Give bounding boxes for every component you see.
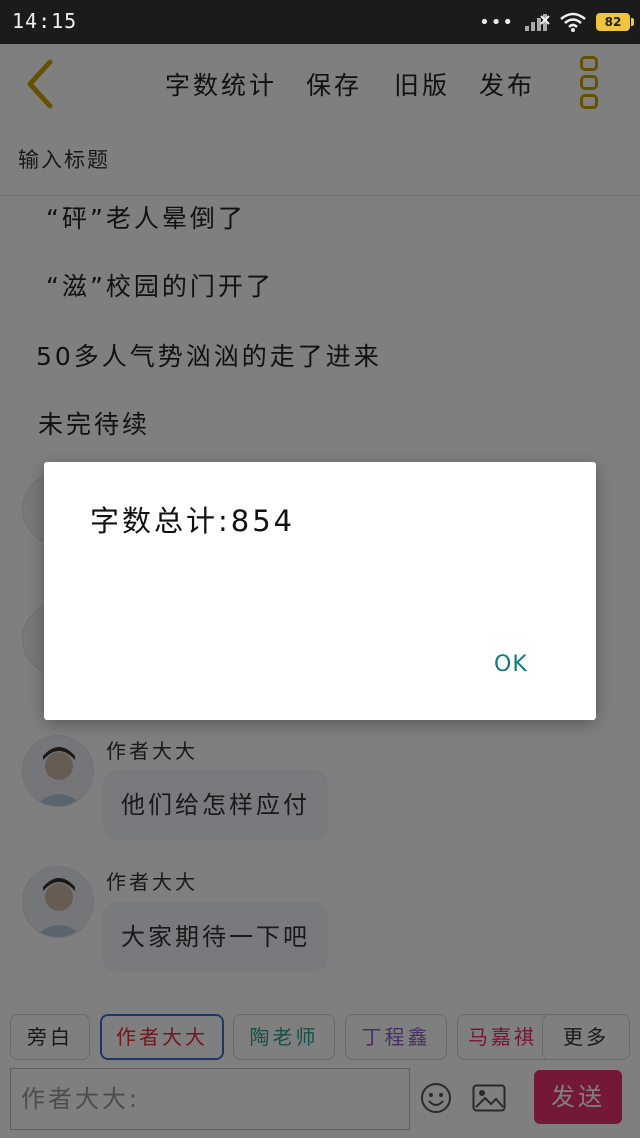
more-dots-icon: ••• [479,11,514,33]
wifi-icon [560,12,586,32]
signal-icon [525,14,550,31]
word-count-dialog: 字数总计:854 OK [44,462,596,720]
status-icons: ••• 82 [479,8,634,36]
battery-icon: 82 [596,13,634,31]
word-count-message: 字数总计:854 [90,504,296,538]
ok-button[interactable]: OK [494,652,528,677]
status-time: 14:15 [12,9,78,33]
status-bar: 14:15 ••• 82 [0,0,640,44]
